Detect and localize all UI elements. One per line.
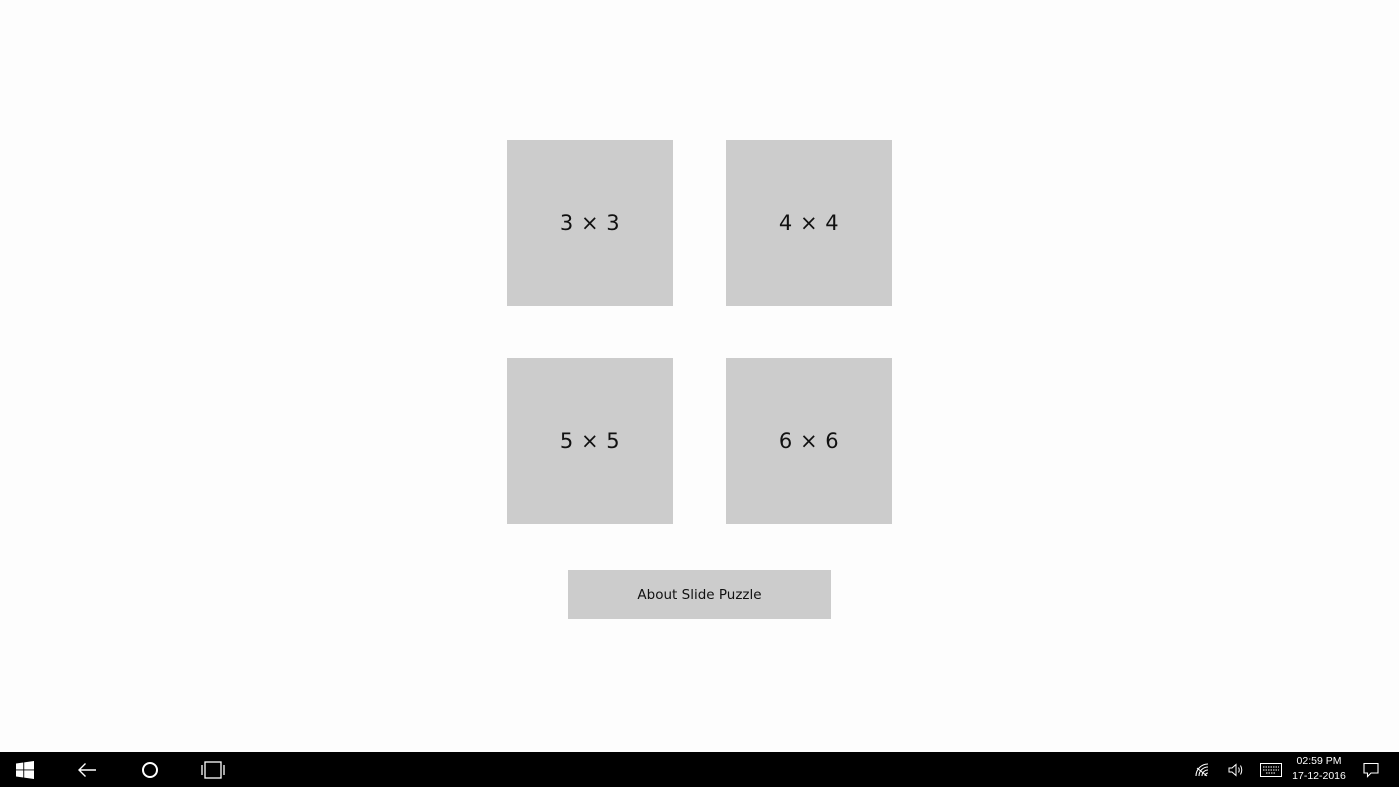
back-arrow-icon [78,762,96,777]
action-center-button[interactable] [1356,752,1386,787]
volume-icon [1228,762,1243,777]
puzzle-6x6-button[interactable]: 6 × 6 [726,358,892,524]
taskbar: 02:59 PM 17-12-2016 [0,752,1399,787]
back-button[interactable] [62,752,112,787]
tile-label: 5 × 5 [559,429,621,453]
action-center-icon [1363,762,1379,778]
about-label: About Slide Puzzle [637,586,762,603]
taskbar-clock[interactable]: 02:59 PM 17-12-2016 [1290,754,1348,785]
clock-date: 17-12-2016 [1292,770,1346,782]
puzzle-3x3-button[interactable]: 3 × 3 [507,140,673,306]
puzzle-4x4-button[interactable]: 4 × 4 [726,140,892,306]
volume-tray-button[interactable] [1221,752,1251,787]
cortana-button[interactable] [125,752,175,787]
network-tray-button[interactable] [1187,752,1217,787]
clock-time: 02:59 PM [1296,755,1342,767]
tile-label: 6 × 6 [778,429,840,453]
about-button[interactable]: About Slide Puzzle [568,570,831,619]
task-view-button[interactable] [188,752,238,787]
touch-keyboard-button[interactable] [1255,752,1287,787]
network-icon [1195,762,1209,776]
tile-label: 4 × 4 [778,211,840,235]
cortana-circle-icon [142,761,158,778]
start-button[interactable] [0,752,50,787]
windows-logo-icon [16,760,34,779]
tile-label: 3 × 3 [559,211,621,235]
touch-keyboard-icon [1260,762,1282,777]
puzzle-5x5-button[interactable]: 5 × 5 [507,358,673,524]
task-view-icon [201,760,225,779]
app-window: 3 × 3 4 × 4 5 × 5 6 × 6 About Slide Puzz… [0,0,1399,752]
